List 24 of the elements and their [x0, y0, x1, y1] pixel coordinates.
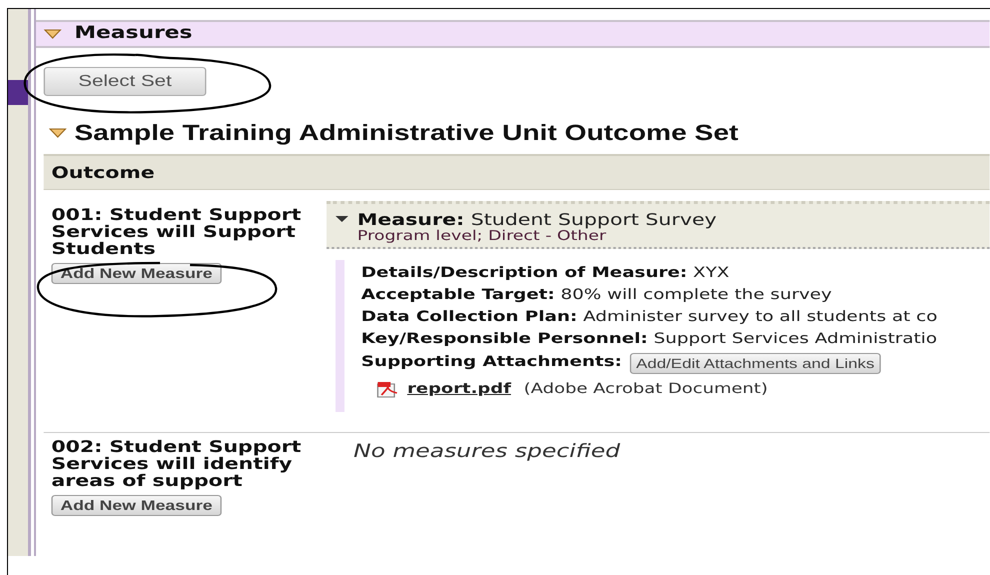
outcome-name: 001: Student Support Services will Support Students: [51, 206, 302, 257]
measure-title: Measure: Student Support Survey: [357, 210, 717, 229]
add-measure-button[interactable]: Add New Measure: [51, 495, 222, 516]
outcome-name: 002: Student Support Services will identify areas of support: [51, 438, 302, 489]
measure-subtitle: Program level; Direct - Other: [357, 229, 606, 244]
select-set-button[interactable]: Select Set: [44, 67, 206, 96]
file-link[interactable]: report.pdf: [407, 378, 511, 400]
detail-line: Key/Responsible Personnel: Support Services Administratio: [361, 330, 938, 349]
detail-line: Acceptable Target: 80% will complete the survey: [361, 286, 833, 305]
attachments-button[interactable]: Add/Edit Attachments and Links: [630, 352, 881, 374]
pdf-file-icon: [376, 380, 400, 398]
column-header: Outcome: [51, 162, 155, 184]
add-measure-button[interactable]: Add New Measure: [51, 263, 222, 284]
expanded-arrow-icon[interactable]: [336, 216, 348, 223]
outcome-set-title: Sample Training Administrative Unit Outcome Set: [74, 119, 738, 147]
section-header[interactable]: Measures: [36, 20, 990, 48]
attachments-label: Supporting Attachments:: [361, 353, 622, 372]
file-type: (Adobe Acrobat Document): [524, 380, 768, 398]
detail-line: Data Collection Plan: Administer survey to all students at co: [361, 308, 938, 327]
measure-header[interactable]: Measure: Student Support Survey Program level; Direct - Other: [326, 201, 990, 249]
section-title: Measures: [74, 22, 192, 46]
expanded-arrow-icon[interactable]: [48, 128, 67, 138]
empty-message: No measures specified: [352, 440, 622, 464]
detail-line: Details/Description of Measure: XYX: [361, 264, 730, 283]
